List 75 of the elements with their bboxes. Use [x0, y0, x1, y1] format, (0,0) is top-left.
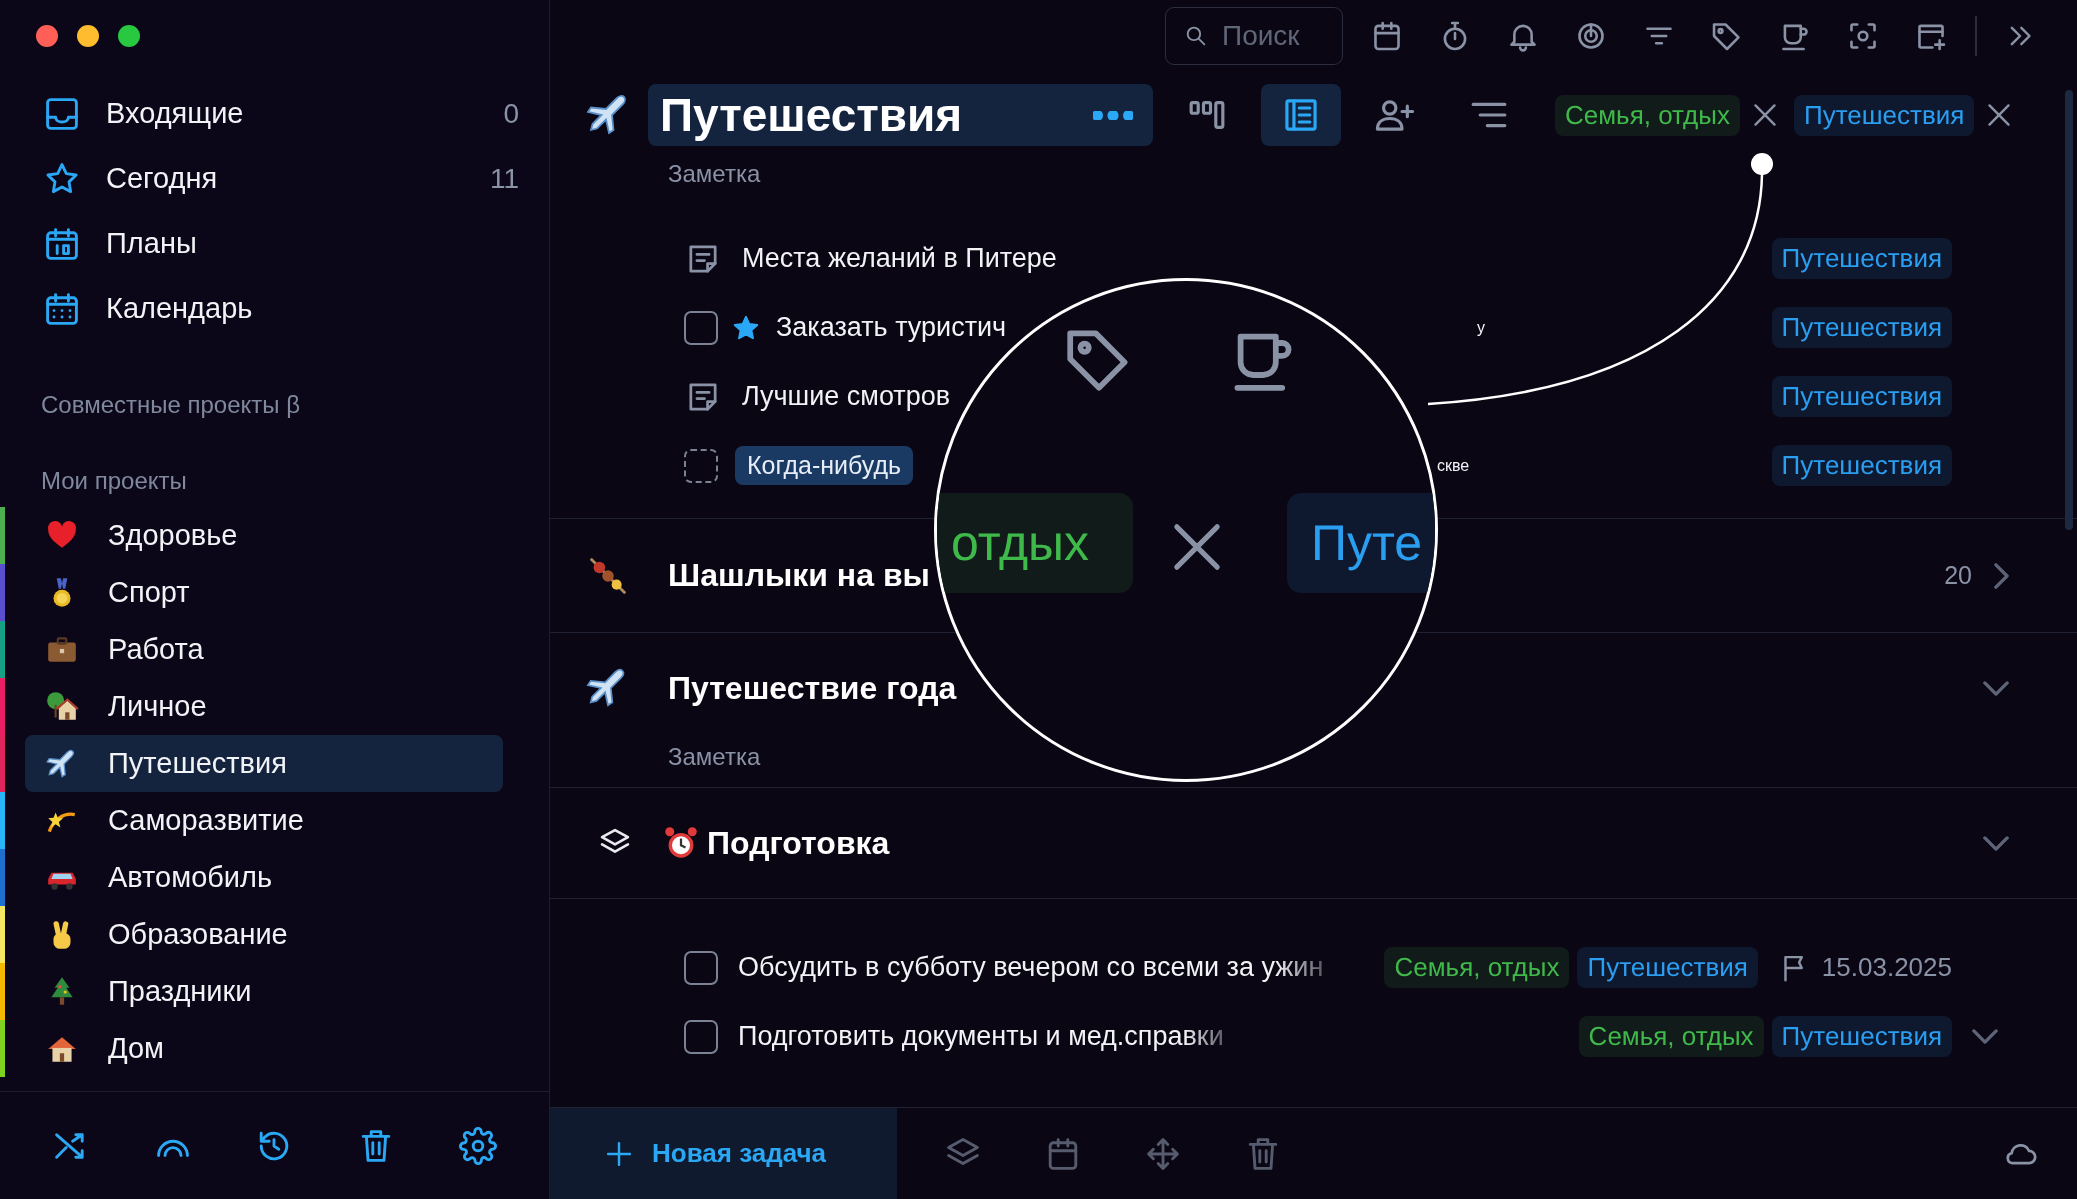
note-text: Заметка	[667, 743, 762, 772]
subproject-title: Шашлыки на вы	[668, 557, 930, 594]
item-label: Личное	[108, 690, 207, 723]
item-label: Праздники	[108, 975, 252, 1008]
project-title-field[interactable]: Путешествия	[648, 84, 1153, 146]
task-title: Лучшие смотров	[742, 381, 951, 412]
item-label: Планы	[106, 227, 198, 260]
heading-title: Подготовка	[707, 824, 890, 862]
item-label: Дом	[108, 1032, 165, 1065]
tag: Путешествия	[1771, 445, 1952, 486]
item-label: Путешествия	[108, 747, 287, 780]
tag: Путе	[1287, 493, 1435, 593]
tag: Путешествия	[1794, 94, 1975, 136]
zoom-button[interactable]	[118, 25, 140, 47]
item-label: Входящие	[106, 97, 245, 130]
task-title: Заказать туристич	[776, 312, 1007, 343]
due-date: 15.03.2025	[1821, 952, 1952, 983]
tag: Путешествия	[1771, 1016, 1952, 1057]
scrollbar-thumb[interactable]	[2065, 90, 2073, 530]
item-label: Сегодня	[106, 162, 219, 195]
checkbox[interactable]	[684, 310, 718, 345]
item-label: Спорт	[108, 576, 190, 609]
checkbox[interactable]	[684, 448, 718, 483]
tag: отдых	[937, 493, 1133, 593]
project-item[interactable]: Личное	[25, 678, 503, 735]
project-item[interactable]: Праздники	[25, 963, 503, 1020]
project-item[interactable]: Здоровье	[25, 507, 503, 564]
project-item[interactable]: Работа	[25, 621, 503, 678]
task-title: Подготовить документы и мед.справки	[738, 1021, 1224, 1052]
project-title: Путешествия	[660, 88, 964, 142]
task-title: скве	[1437, 456, 1470, 475]
tag: Путешествия	[1771, 307, 1952, 348]
task-title: Места желаний в Питере	[742, 243, 1057, 274]
sidebar-item[interactable]: Календарь	[0, 276, 549, 341]
item-label: Автомобиль	[108, 861, 273, 894]
project-item[interactable]: Спорт	[25, 564, 503, 621]
project-item[interactable]: Дом	[25, 1020, 503, 1077]
item-label: Саморазвитие	[108, 804, 304, 837]
section-heading: Мои проекты	[40, 466, 188, 496]
sidebar-item[interactable]: Входящие 0	[0, 81, 549, 146]
note-text: Заметка	[667, 159, 762, 189]
section-heading: Совместные проекты β	[40, 390, 302, 420]
item-label: Здоровье	[108, 519, 238, 552]
project-item[interactable]: Саморазвитие	[25, 792, 503, 849]
task-count: 20	[1944, 561, 1972, 590]
item-count: 11	[489, 162, 519, 195]
task-title: у	[1476, 317, 1486, 338]
project-item[interactable]: Путешествия	[25, 735, 503, 792]
someday-badge: Когда-нибудь	[735, 446, 914, 485]
task-title: Обсудить в субботу вечером со всеми за ужин	[738, 952, 1324, 983]
tag: Путешествия	[1577, 947, 1758, 988]
item-label: Календарь	[106, 292, 254, 325]
tag: Путешествия	[1771, 376, 1952, 417]
settings-icon	[458, 1125, 499, 1166]
view-button[interactable]	[1261, 84, 1341, 146]
tag: Семья, отдых	[1384, 947, 1570, 988]
item-label: Работа	[108, 633, 204, 666]
search-field[interactable]: Поиск	[1165, 7, 1343, 65]
close-button[interactable]	[36, 25, 58, 47]
tag: Путешествия	[1771, 238, 1952, 279]
sidebar-item[interactable]: Сегодня 11	[0, 146, 549, 211]
item-count: 0	[503, 97, 519, 130]
project-item[interactable]: Автомобиль	[25, 849, 503, 906]
tag: Семья, отдых	[1555, 94, 1740, 136]
more-icon	[1093, 110, 1133, 120]
item-label: Образование	[108, 918, 288, 951]
sidebar-item[interactable]: Планы	[0, 211, 549, 276]
tag: Семья, отдых	[1578, 1016, 1764, 1057]
subproject-title: Путешествие года	[668, 669, 957, 707]
project-item[interactable]: Образование	[25, 906, 503, 963]
checkbox[interactable]	[684, 950, 718, 985]
new-task-button[interactable]: Новая задача	[550, 1108, 897, 1199]
more-button[interactable]	[1093, 110, 1133, 120]
checkbox[interactable]	[684, 1019, 718, 1054]
minimize-button[interactable]	[77, 25, 99, 47]
